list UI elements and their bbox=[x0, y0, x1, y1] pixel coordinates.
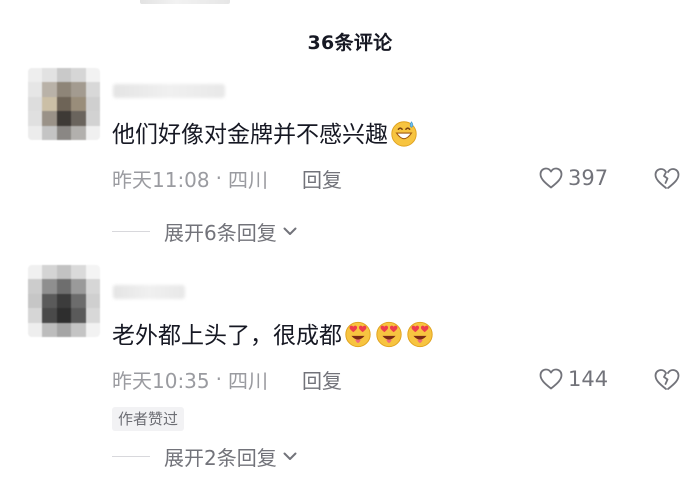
heart-broken-outline-icon[interactable] bbox=[652, 365, 680, 393]
expand-replies-row: 展开2条回复 bbox=[112, 441, 299, 471]
comment-text: 他们好像对金牌并不感兴趣 bbox=[112, 118, 419, 151]
heart-broken-outline-icon[interactable] bbox=[652, 164, 680, 192]
expand-replies-button[interactable]: 展开2条回复 bbox=[164, 442, 299, 471]
comment-location: 四川 bbox=[228, 368, 268, 393]
like-count: 397 bbox=[568, 166, 609, 190]
author-liked-badge: 作者赞过 bbox=[112, 407, 185, 431]
reply-button[interactable]: 回复 bbox=[302, 164, 342, 193]
expand-replies-label: 展开6条回复 bbox=[164, 220, 277, 245]
comments-count-title: 36条评论 bbox=[307, 32, 393, 54]
comment-meta: 昨天11:08 · 四川 回复 bbox=[112, 164, 342, 192]
meta-separator: · bbox=[215, 367, 222, 391]
chevron-down-icon bbox=[283, 452, 297, 460]
comment-time: 昨天10:35 bbox=[112, 368, 210, 393]
heart-eyes-tongue-emoji bbox=[407, 321, 433, 348]
username[interactable] bbox=[113, 285, 185, 299]
expand-replies-button[interactable]: 展开6条回复 bbox=[164, 217, 299, 246]
heart-outline-icon bbox=[539, 368, 563, 390]
expand-replies-label: 展开2条回复 bbox=[164, 445, 277, 470]
divider-line bbox=[112, 230, 150, 232]
comments-panel: 36条评论 他们好像对金牌并不感兴趣 昨天11:08 · 四川 回复 397 展… bbox=[0, 0, 700, 497]
divider-line bbox=[112, 455, 150, 457]
comment-text: 老外都上头了，很成都 bbox=[112, 319, 435, 352]
expand-replies-row: 展开6条回复 bbox=[112, 216, 299, 246]
comment-time: 昨天11:08 bbox=[112, 167, 210, 192]
like-count: 144 bbox=[568, 367, 609, 391]
username[interactable] bbox=[113, 84, 225, 98]
comment-body: 他们好像对金牌并不感兴趣 bbox=[112, 122, 388, 148]
avatar[interactable] bbox=[28, 68, 100, 140]
previous-comment-fragment bbox=[140, 0, 230, 4]
like-button[interactable]: 144 bbox=[538, 365, 608, 393]
comment-meta: 昨天10:35 · 四川 回复 bbox=[112, 365, 342, 393]
grinning-sweat-emoji bbox=[391, 121, 417, 147]
chevron-down-icon bbox=[283, 227, 297, 235]
heart-eyes-tongue-emoji bbox=[376, 321, 402, 348]
avatar[interactable] bbox=[28, 265, 100, 337]
reply-button[interactable]: 回复 bbox=[302, 365, 342, 394]
comment-body: 老外都上头了，很成都 bbox=[112, 323, 342, 349]
heart-outline-icon bbox=[539, 167, 563, 189]
meta-separator: · bbox=[215, 166, 222, 190]
comment-location: 四川 bbox=[228, 167, 268, 192]
like-button[interactable]: 397 bbox=[538, 164, 608, 192]
heart-eyes-tongue-emoji bbox=[345, 321, 371, 348]
